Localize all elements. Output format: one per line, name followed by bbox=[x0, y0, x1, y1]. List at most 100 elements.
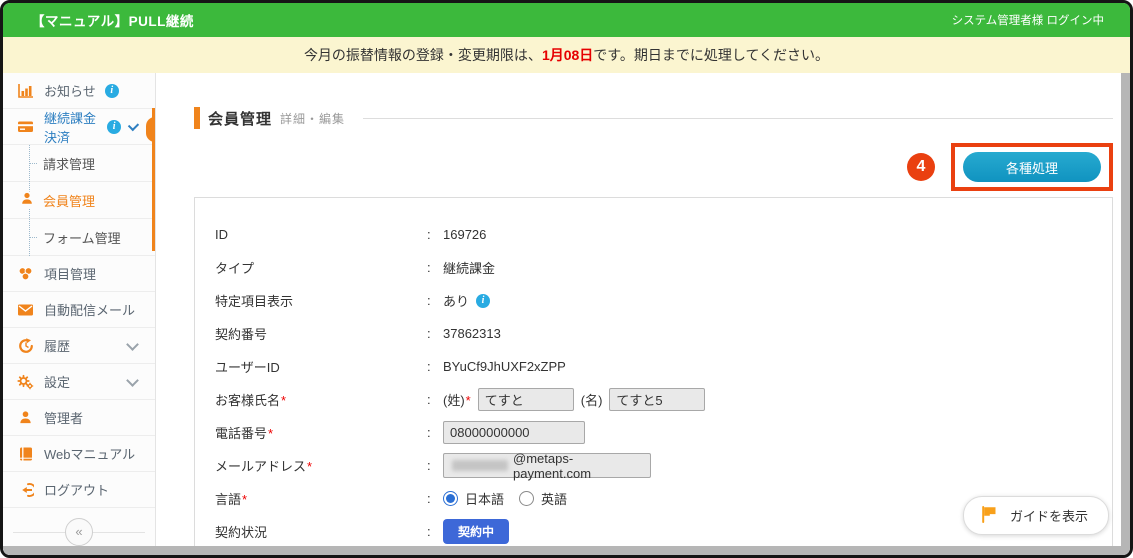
field-value: あり i bbox=[443, 291, 490, 310]
history-icon bbox=[16, 337, 35, 354]
form-row-user-id: ユーザーID : BYuCf9JhUXF2xZPP bbox=[215, 350, 1112, 383]
form-row-id: ID : 169726 bbox=[215, 218, 1112, 251]
sidebar-item-member-management[interactable]: 会員管理 bbox=[3, 182, 155, 219]
sidebar-item-auto-mail[interactable]: 自動配信メール bbox=[3, 292, 155, 328]
last-name-input[interactable] bbox=[478, 388, 574, 411]
email-input[interactable]: @metaps-payment.com bbox=[443, 453, 651, 478]
tree-dash bbox=[29, 237, 37, 238]
title-rule bbox=[363, 118, 1113, 119]
app-title: 【マニュアル】PULL継続 bbox=[31, 10, 194, 30]
credit-card-icon bbox=[16, 118, 35, 135]
sidebar-item-label: 自動配信メール bbox=[44, 300, 135, 319]
chevron-down-icon bbox=[126, 338, 139, 351]
info-icon[interactable]: i bbox=[105, 84, 119, 98]
info-icon[interactable]: i bbox=[107, 120, 121, 134]
field-label: 契約状況 bbox=[215, 522, 427, 541]
logout-icon bbox=[16, 481, 35, 498]
email-domain-text: @metaps-payment.com bbox=[513, 451, 642, 481]
form-row-contract-number: 契約番号 : 37862313 bbox=[215, 317, 1112, 350]
horizontal-scrollbar[interactable] bbox=[3, 546, 1130, 555]
page-title: 会員管理 bbox=[208, 108, 272, 129]
app-window: 【マニュアル】PULL継続 システム管理者様 ログイン中 今月の振替情報の登録・… bbox=[0, 0, 1133, 558]
field-label: 言語* bbox=[215, 489, 427, 508]
chevron-down-icon bbox=[128, 119, 139, 130]
person-icon bbox=[20, 192, 34, 209]
field-value: 契約中 bbox=[443, 519, 509, 544]
sidebar-item-admin[interactable]: 管理者 bbox=[3, 400, 155, 436]
field-label: メールアドレス* bbox=[215, 456, 427, 475]
separator: : bbox=[427, 491, 443, 506]
gear-icon bbox=[16, 373, 35, 390]
sidebar-collapse-button[interactable]: « bbox=[65, 518, 93, 546]
sidebar-item-recurring-billing[interactable]: 継続課金決済 i bbox=[3, 109, 155, 145]
sidebar-item-label: 会員管理 bbox=[43, 191, 95, 210]
field-label: お客様氏名* bbox=[215, 390, 427, 409]
form-row-phone: 電話番号* : bbox=[215, 416, 1112, 449]
various-actions-button[interactable]: 各種処理 bbox=[963, 152, 1101, 182]
sidebar-item-billing-management[interactable]: 請求管理 bbox=[3, 145, 155, 182]
person-icon bbox=[16, 409, 35, 426]
sidebar-item-item-management[interactable]: 項目管理 bbox=[3, 256, 155, 292]
page-head: 会員管理 詳細・編集 bbox=[194, 107, 1113, 129]
field-value: 169726 bbox=[443, 227, 486, 242]
sidebar-item-logout[interactable]: ログアウト bbox=[3, 472, 155, 508]
phone-input[interactable] bbox=[443, 421, 585, 444]
login-status: システム管理者様 ログイン中 bbox=[952, 12, 1104, 28]
main-content: 会員管理 詳細・編集 4 各種処理 ID : 169726 タイプ : bbox=[156, 73, 1121, 555]
separator: : bbox=[427, 260, 443, 275]
info-icon[interactable]: i bbox=[476, 294, 490, 308]
field-value: 37862313 bbox=[443, 326, 501, 341]
notice-deadline: 1月08日 bbox=[542, 45, 593, 65]
vertical-scrollbar[interactable] bbox=[1121, 73, 1130, 547]
first-name-input[interactable] bbox=[609, 388, 705, 411]
field-value: 継続課金 bbox=[443, 258, 495, 277]
sidebar-active-bump bbox=[146, 117, 155, 142]
radio-english[interactable] bbox=[519, 491, 534, 506]
field-value: 日本語 英語 bbox=[443, 489, 575, 508]
book-icon bbox=[16, 445, 35, 462]
chevron-down-icon bbox=[126, 374, 139, 387]
bar-chart-icon bbox=[16, 82, 35, 99]
radio-label: 日本語 bbox=[465, 489, 504, 508]
mail-icon bbox=[16, 301, 35, 318]
sidebar-subgroup: 請求管理 会員管理 フォーム管理 bbox=[3, 145, 155, 256]
sidebar-item-label: 継続課金決済 bbox=[44, 108, 98, 146]
required-mark: * bbox=[307, 459, 312, 474]
separator: : bbox=[427, 326, 443, 341]
form-row-special-item-display: 特定項目表示 : あり i bbox=[215, 284, 1112, 317]
redacted-email-local-part bbox=[452, 460, 508, 471]
sidebar-item-label: お知らせ bbox=[44, 81, 96, 100]
sidebar-item-history[interactable]: 履歴 bbox=[3, 328, 155, 364]
page-subtitle: 詳細・編集 bbox=[280, 110, 345, 127]
sidebar-item-label: Webマニュアル bbox=[44, 444, 135, 463]
form-row-email: メールアドレス* : @metaps-payment.com bbox=[215, 449, 1112, 482]
items-icon bbox=[16, 265, 35, 282]
field-label: ID bbox=[215, 227, 427, 242]
sidebar-item-label: 項目管理 bbox=[44, 264, 96, 283]
sidebar-item-label: 履歴 bbox=[44, 336, 70, 355]
field-label: 契約番号 bbox=[215, 324, 427, 343]
required-mark: * bbox=[268, 426, 273, 441]
radio-label: 英語 bbox=[541, 489, 567, 508]
sidebar-item-settings[interactable]: 設定 bbox=[3, 364, 155, 400]
separator: : bbox=[427, 359, 443, 374]
sidebar-item-label: 設定 bbox=[44, 372, 70, 391]
field-label: ユーザーID bbox=[215, 357, 427, 376]
radio-japanese[interactable] bbox=[443, 491, 458, 506]
app-header: 【マニュアル】PULL継続 システム管理者様 ログイン中 bbox=[3, 3, 1130, 37]
separator: : bbox=[427, 293, 443, 308]
show-guide-button[interactable]: ガイドを表示 bbox=[963, 496, 1109, 535]
field-label: 電話番号* bbox=[215, 423, 427, 442]
required-mark: * bbox=[466, 393, 471, 408]
title-accent-bar bbox=[194, 107, 200, 129]
tree-dash bbox=[29, 163, 37, 164]
guide-button-label: ガイドを表示 bbox=[1010, 506, 1088, 525]
field-value: (姓)* (名) bbox=[443, 388, 705, 411]
sidebar-item-web-manual[interactable]: Webマニュアル bbox=[3, 436, 155, 472]
form-row-customer-name: お客様氏名* : (姓)* (名) bbox=[215, 383, 1112, 416]
sidebar-item-news[interactable]: お知らせ i bbox=[3, 73, 155, 109]
sidebar-item-form-management[interactable]: フォーム管理 bbox=[3, 219, 155, 256]
notice-text-suffix: です。期日までに処理してください。 bbox=[593, 45, 829, 65]
field-label: タイプ bbox=[215, 258, 427, 277]
required-mark: * bbox=[242, 492, 247, 507]
